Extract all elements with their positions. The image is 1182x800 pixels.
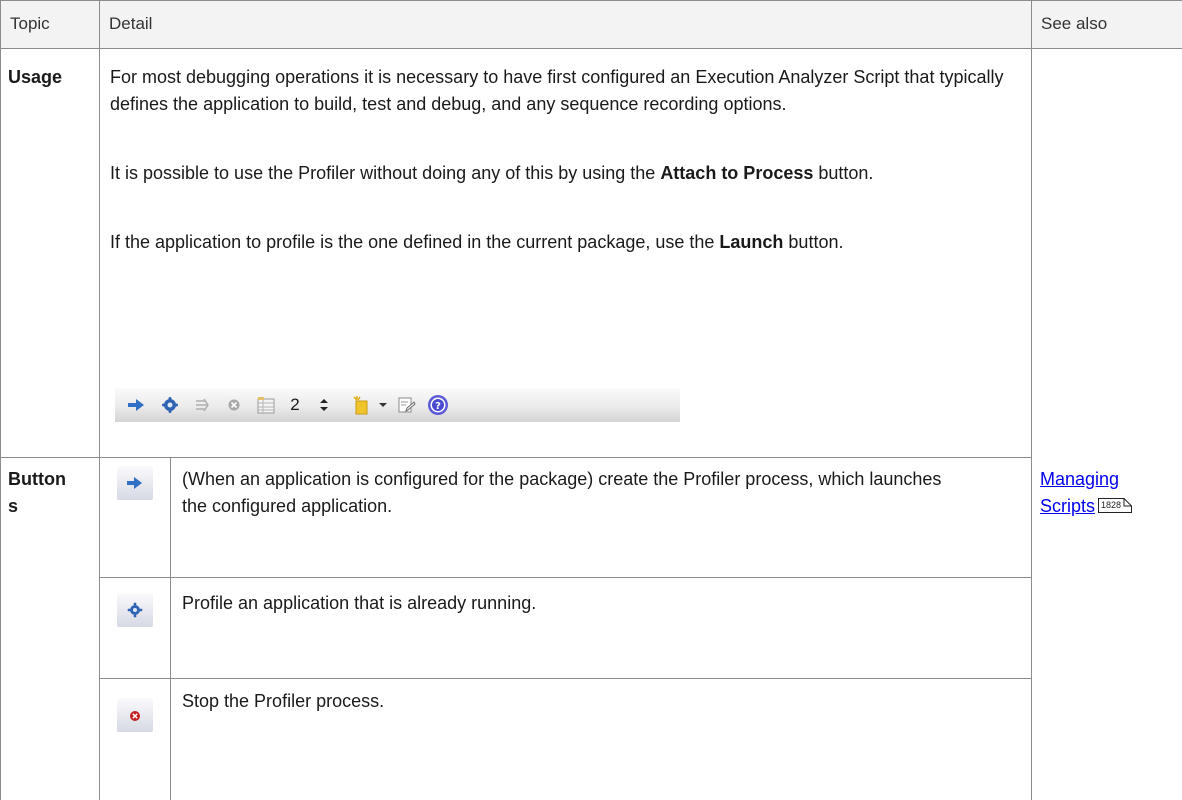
spinner-icon[interactable]: [315, 388, 333, 422]
folder-icon[interactable]: [349, 388, 373, 422]
attach-icon[interactable]: [159, 388, 181, 422]
header-topic: Topic: [0, 0, 99, 48]
icon-column-border: [170, 457, 171, 800]
usage-paragraph-3-post: button.: [783, 232, 844, 252]
button-row-3-text: Stop the Profiler process.: [182, 691, 385, 711]
header-see-also-label: See also: [1041, 14, 1108, 33]
profiler-toolbar: 2 ?: [115, 388, 680, 422]
table-icon[interactable]: [253, 388, 279, 422]
help-icon[interactable]: ?: [425, 388, 451, 422]
usage-paragraph-2-post: button.: [813, 163, 874, 183]
button-row2-bottom-border: [99, 678, 1031, 679]
launch-button[interactable]: [117, 466, 153, 500]
button-row-1-text: (When an application is configured for t…: [182, 469, 942, 516]
buttons-topic-line2: s: [8, 496, 19, 516]
header-detail: Detail: [99, 0, 1031, 48]
stop-button[interactable]: [117, 698, 153, 732]
launch-arrow-icon: [127, 477, 142, 489]
report-icon[interactable]: [395, 388, 419, 422]
svg-text:?: ?: [435, 401, 441, 412]
stop-icon[interactable]: [223, 388, 245, 422]
attach-button[interactable]: [117, 593, 153, 627]
stop-icon: [130, 711, 140, 721]
launch-icon[interactable]: [125, 388, 147, 422]
table-top-border: [0, 0, 1182, 1]
dropdown-icon[interactable]: [377, 388, 389, 422]
header-bottom-border: [0, 48, 1182, 49]
usage-topic: Usage: [8, 67, 63, 87]
button-row-2-text: Profile an application that is already r…: [182, 593, 537, 613]
see-also-cell: Managing Scripts 1828: [1040, 466, 1180, 520]
page-reference-number: 1828: [1101, 500, 1122, 510]
header-detail-label: Detail: [109, 14, 153, 33]
usage-bottom-border: [0, 457, 1031, 458]
counter-input[interactable]: 2: [285, 388, 305, 422]
step-icon[interactable]: [191, 388, 213, 422]
header-see-also: See also: [1031, 0, 1182, 48]
see-also-column-border: [1031, 0, 1032, 800]
button-row1-bottom-border: [99, 577, 1031, 578]
usage-paragraph-2: It is possible to use the Profiler witho…: [110, 160, 1025, 187]
managing-scripts-link-line1[interactable]: Managing: [1040, 469, 1119, 489]
usage-paragraph-2-pre: It is possible to use the Profiler witho…: [110, 163, 661, 183]
topic-column-border: [99, 0, 100, 800]
usage-paragraph-1: For most debugging operations it is nece…: [110, 67, 1004, 114]
usage-paragraph-3-pre: If the application to profile is the one…: [110, 232, 720, 252]
launch-label: Launch: [719, 232, 784, 252]
attach-to-process-label: Attach to Process: [660, 163, 814, 183]
buttons-topic-line1: Button: [8, 469, 66, 489]
managing-scripts-link-line2[interactable]: Scripts: [1040, 496, 1095, 516]
header-topic-label: Topic: [10, 14, 50, 33]
usage-paragraph-3: If the application to profile is the one…: [110, 229, 1025, 256]
attach-gear-icon: [127, 602, 143, 618]
buttons-topic: Button s: [8, 466, 66, 520]
left-border: [0, 0, 1, 800]
page-reference: 1828: [1098, 498, 1133, 513]
counter-value: 2: [290, 395, 300, 414]
